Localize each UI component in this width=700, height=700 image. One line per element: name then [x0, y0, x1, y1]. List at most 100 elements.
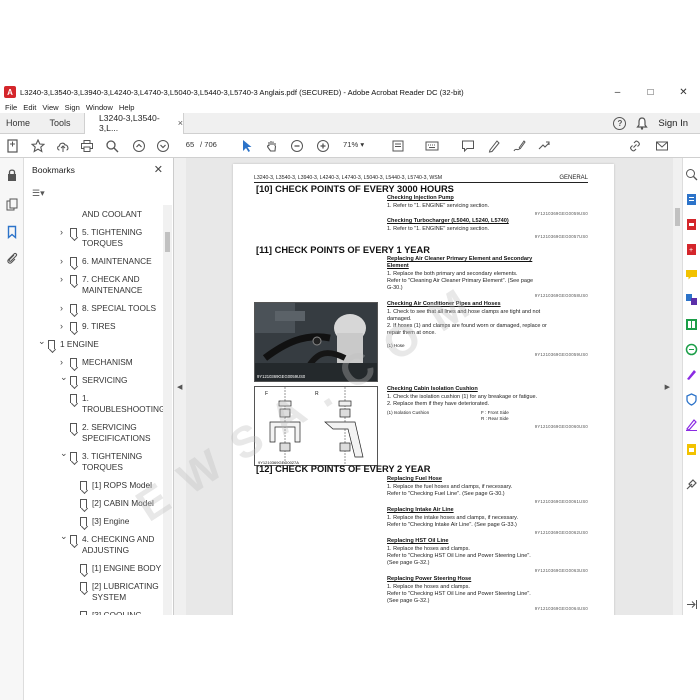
bookmark-label: 7. CHECK AND [82, 274, 140, 284]
comment-icon[interactable] [460, 138, 476, 154]
select-cursor-icon[interactable] [239, 138, 255, 154]
create-pdf-tool-icon[interactable]: + [685, 243, 698, 256]
bookmark-item[interactable]: [1] ENGINE BODY [80, 563, 161, 574]
lock-icon[interactable] [5, 168, 19, 182]
export-pdf-icon[interactable] [685, 193, 698, 206]
expanded-chevron-icon[interactable]: ⌄ [60, 372, 68, 383]
menu-help[interactable]: Help [119, 103, 135, 112]
combine-files-icon[interactable] [685, 293, 698, 306]
close-panel-icon[interactable]: ✕ [154, 163, 163, 176]
maximize-button[interactable]: □ [634, 83, 667, 101]
bookmark-item[interactable]: [3] COOLINGSYSTEM [80, 610, 142, 615]
collapsed-chevron-icon[interactable]: › [60, 274, 63, 285]
bookmark-item[interactable]: › MECHANISM [60, 357, 133, 368]
notification-bell-icon[interactable] [636, 117, 649, 130]
tab-home[interactable]: Home [0, 118, 36, 128]
menu-sign[interactable]: Sign [65, 103, 80, 112]
tab-tools[interactable]: Tools [36, 118, 84, 128]
document-scroll-thumb[interactable] [675, 208, 680, 226]
bookmark-item[interactable]: ⌄ 1 ENGINE [38, 336, 99, 350]
collapse-panel-arrow-icon[interactable]: ◀ [177, 383, 182, 391]
bookmark-star-icon[interactable] [30, 138, 46, 154]
expand-tools-arrow-icon[interactable]: ▶ [665, 383, 670, 391]
page-number-input[interactable]: 65 [181, 140, 199, 152]
minimize-button[interactable]: – [601, 83, 634, 101]
zoom-in-icon[interactable] [315, 138, 331, 154]
collapsed-chevron-icon[interactable]: › [60, 256, 63, 267]
bookmark-options-icon[interactable]: ☰▾ [32, 188, 45, 199]
bookmarks-panel-icon[interactable] [5, 225, 19, 240]
upload-cloud-icon[interactable] [55, 138, 71, 154]
draw-icon[interactable] [511, 138, 527, 154]
menu-edit[interactable]: Edit [23, 103, 36, 112]
print-icon[interactable] [79, 138, 95, 154]
more-tools-icon[interactable] [685, 478, 698, 491]
fill-sign-icon[interactable] [685, 368, 698, 381]
email-icon[interactable] [654, 138, 670, 154]
hand-tool-icon[interactable] [264, 138, 280, 154]
panel-splitter[interactable]: ◀ [174, 158, 186, 615]
bookmark-item[interactable]: [2] LUBRICATING SYSTEM [80, 581, 159, 603]
organize-pages-icon[interactable] [685, 318, 698, 331]
bookmark-item[interactable]: ⌄ SERVICING [60, 372, 128, 386]
previous-page-icon[interactable] [131, 138, 147, 154]
zoom-tool-icon[interactable] [685, 168, 698, 181]
collapsed-chevron-icon[interactable]: › [60, 303, 63, 314]
page-header-left: L3240-3, L3540-3, L3940-3, L4240-3, L474… [254, 175, 443, 181]
bookmarks-scroll-thumb[interactable] [165, 232, 170, 252]
sign-icon[interactable] [536, 138, 552, 154]
bookmark-item[interactable]: AND COOLANT [82, 209, 142, 220]
bookmark-item[interactable]: › 5. TIGHTENING TORQUES [60, 227, 142, 249]
bookmark-item[interactable]: [3] Engine [80, 516, 129, 527]
protect-shield-icon[interactable] [685, 393, 698, 406]
bookmark-item[interactable]: [2] CABIN Model [80, 498, 154, 509]
bookmark-item[interactable]: › 9. TIRES [60, 321, 116, 332]
share-link-icon[interactable] [627, 138, 643, 154]
bookmark-item[interactable]: › 7. CHECK AND MAINTENANCE [60, 274, 142, 296]
bookmark-item[interactable]: 2. SERVICING SPECIFICATIONS [70, 422, 151, 444]
bookmark-item[interactable]: 1. TROUBLESHOOTING [70, 393, 164, 415]
bookmark-icon [70, 228, 77, 237]
bookmark-item[interactable]: › 6. MAINTENANCE [60, 256, 152, 267]
fit-page-icon[interactable] [390, 138, 406, 154]
menu-window[interactable]: Window [86, 103, 113, 112]
redact-icon[interactable] [685, 343, 698, 356]
stamp-icon[interactable] [685, 443, 698, 456]
bookmark-item[interactable]: ⌄ 3. TIGHTENING TORQUES [60, 448, 142, 473]
zoom-level-dropdown[interactable]: 71% ▾ [343, 140, 364, 149]
bookmarks-title: Bookmarks [32, 165, 75, 175]
bookmark-item[interactable]: › 8. SPECIAL TOOLS [60, 303, 156, 314]
expanded-chevron-icon[interactable]: ⌄ [38, 336, 46, 347]
menu-view[interactable]: View [42, 103, 58, 112]
comment-tool-icon[interactable] [685, 268, 698, 281]
help-icon[interactable]: ? [613, 117, 627, 130]
bookmark-item[interactable]: ⌄ 4. CHECKING AND ADJUSTING [60, 531, 154, 556]
expanded-chevron-icon[interactable]: ⌄ [60, 531, 68, 542]
close-tab-icon[interactable]: × [178, 118, 183, 128]
window-controls: – □ ✕ [601, 83, 700, 101]
attachment-paperclip-icon[interactable] [5, 251, 19, 265]
edit-pdf-icon[interactable] [685, 218, 698, 231]
collapsed-chevron-icon[interactable]: › [60, 321, 63, 332]
tab-document[interactable]: L3240-3,L3540-3,L... × [84, 112, 184, 134]
sign-in-link[interactable]: Sign In [658, 118, 688, 129]
zoom-out-icon[interactable] [289, 138, 305, 154]
close-window-button[interactable]: ✕ [667, 83, 700, 101]
collapsed-chevron-icon[interactable]: › [60, 357, 63, 368]
document-scrollbar[interactable] [673, 158, 682, 615]
create-pdf-icon[interactable] [5, 138, 21, 154]
body-text: 1. Replace the intake hoses and clamps, … [387, 515, 519, 521]
keyboard-icon[interactable] [424, 138, 440, 154]
collapsed-chevron-icon[interactable]: › [60, 227, 63, 238]
send-for-signature-icon[interactable] [685, 418, 698, 431]
bookmarks-scrollbar[interactable] [163, 205, 172, 615]
expanded-chevron-icon[interactable]: ⌄ [60, 448, 68, 459]
collapse-right-panel-icon[interactable] [685, 598, 698, 611]
bookmark-item[interactable]: [1] ROPS Model [80, 480, 152, 491]
acrobat-app-icon: A [4, 86, 16, 98]
menu-file[interactable]: File [5, 103, 17, 112]
search-icon[interactable] [104, 138, 120, 154]
next-page-icon[interactable] [155, 138, 171, 154]
pages-thumbnail-icon[interactable] [5, 198, 19, 212]
highlight-pen-icon[interactable] [486, 138, 502, 154]
